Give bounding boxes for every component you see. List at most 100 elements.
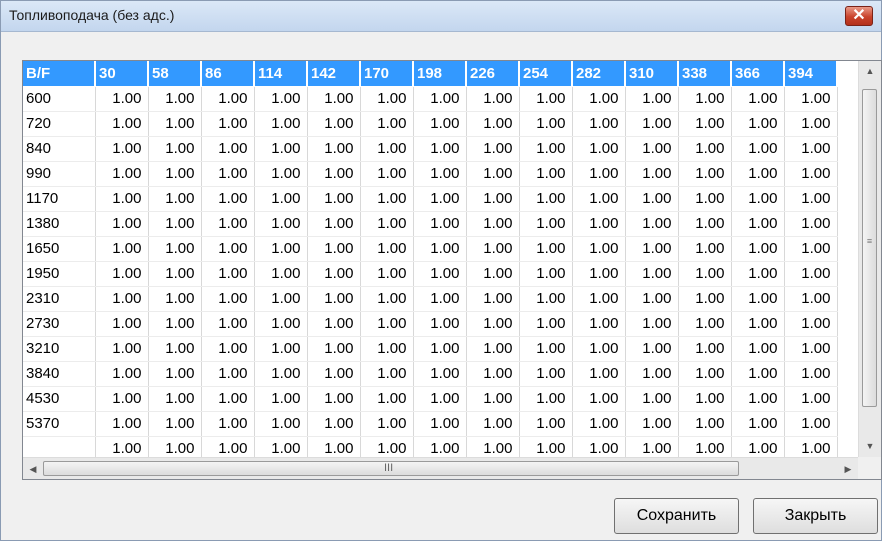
value-cell[interactable]: 1.00: [519, 361, 573, 387]
value-cell[interactable]: 1.00: [254, 311, 308, 337]
value-cell[interactable]: 1.00: [413, 436, 467, 457]
value-cell[interactable]: 1.00: [625, 161, 679, 187]
value-cell[interactable]: 1.00: [572, 161, 626, 187]
value-cell[interactable]: 1.00: [148, 286, 202, 312]
horizontal-scrollbar[interactable]: ◀ III ▶: [23, 457, 858, 479]
value-cell[interactable]: 1.00: [625, 361, 679, 387]
value-cell[interactable]: 1.00: [413, 286, 467, 312]
value-cell[interactable]: 1.00: [625, 261, 679, 287]
column-header[interactable]: 226: [466, 61, 520, 87]
value-cell[interactable]: 1.00: [519, 311, 573, 337]
scroll-down-icon[interactable]: ▼: [859, 438, 881, 455]
value-cell[interactable]: 1.00: [413, 361, 467, 387]
value-cell[interactable]: 1.00: [466, 136, 520, 162]
value-cell[interactable]: 1.00: [466, 286, 520, 312]
row-header-cell[interactable]: 720: [23, 111, 96, 137]
value-cell[interactable]: 1.00: [572, 111, 626, 137]
value-cell[interactable]: 1.00: [148, 236, 202, 262]
value-cell[interactable]: 1.00: [413, 86, 467, 112]
column-header[interactable]: 114: [254, 61, 308, 87]
row-header-cell[interactable]: 600: [23, 86, 96, 112]
column-header[interactable]: 198: [413, 61, 467, 87]
row-header-cell[interactable]: 5370: [23, 411, 96, 437]
value-cell[interactable]: 1.00: [466, 111, 520, 137]
column-header[interactable]: 58: [148, 61, 202, 87]
value-cell[interactable]: 1.00: [678, 161, 732, 187]
row-header-cell[interactable]: 1950: [23, 261, 96, 287]
value-cell[interactable]: 1.00: [360, 436, 414, 457]
value-cell[interactable]: 1.00: [466, 86, 520, 112]
column-header[interactable]: 86: [201, 61, 255, 87]
value-cell[interactable]: 1.00: [625, 136, 679, 162]
value-cell[interactable]: 1.00: [148, 336, 202, 362]
value-cell[interactable]: 1.00: [360, 236, 414, 262]
value-cell[interactable]: 1.00: [201, 386, 255, 412]
value-cell[interactable]: 1.00: [466, 436, 520, 457]
value-cell[interactable]: 1.00: [784, 236, 838, 262]
value-cell[interactable]: 1.00: [95, 211, 149, 237]
column-header[interactable]: 282: [572, 61, 626, 87]
value-cell[interactable]: 1.00: [784, 211, 838, 237]
value-cell[interactable]: 1.00: [95, 161, 149, 187]
value-cell[interactable]: 1.00: [466, 236, 520, 262]
value-cell[interactable]: 1.00: [519, 211, 573, 237]
value-cell[interactable]: 1.00: [201, 411, 255, 437]
value-cell[interactable]: 1.00: [572, 186, 626, 212]
value-cell[interactable]: 1.00: [254, 211, 308, 237]
column-header[interactable]: 394: [784, 61, 838, 87]
value-cell[interactable]: 1.00: [95, 286, 149, 312]
value-cell[interactable]: 1.00: [307, 111, 361, 137]
value-cell[interactable]: 1.00: [572, 311, 626, 337]
value-cell[interactable]: 1.00: [519, 186, 573, 212]
value-cell[interactable]: 1.00: [95, 186, 149, 212]
value-cell[interactable]: 1.00: [148, 186, 202, 212]
horizontal-scroll-thumb[interactable]: III: [43, 461, 739, 476]
value-cell[interactable]: 1.00: [95, 436, 149, 457]
value-cell[interactable]: 1.00: [307, 136, 361, 162]
value-cell[interactable]: 1.00: [307, 261, 361, 287]
row-header-cell[interactable]: [23, 436, 96, 457]
value-cell[interactable]: 1.00: [731, 336, 785, 362]
value-cell[interactable]: 1.00: [784, 161, 838, 187]
value-cell[interactable]: 1.00: [148, 386, 202, 412]
value-cell[interactable]: 1.00: [784, 286, 838, 312]
value-cell[interactable]: 1.00: [95, 136, 149, 162]
value-cell[interactable]: 1.00: [148, 161, 202, 187]
value-cell[interactable]: 1.00: [307, 161, 361, 187]
value-cell[interactable]: 1.00: [678, 386, 732, 412]
value-cell[interactable]: 1.00: [413, 111, 467, 137]
value-cell[interactable]: 1.00: [572, 136, 626, 162]
value-cell[interactable]: 1.00: [625, 411, 679, 437]
value-cell[interactable]: 1.00: [201, 186, 255, 212]
value-cell[interactable]: 1.00: [201, 136, 255, 162]
value-cell[interactable]: 1.00: [466, 311, 520, 337]
value-cell[interactable]: 1.00: [519, 436, 573, 457]
value-cell[interactable]: 1.00: [519, 261, 573, 287]
value-cell[interactable]: 1.00: [678, 311, 732, 337]
value-cell[interactable]: 1.00: [625, 436, 679, 457]
value-cell[interactable]: 1.00: [466, 411, 520, 437]
value-cell[interactable]: 1.00: [572, 261, 626, 287]
value-cell[interactable]: 1.00: [413, 136, 467, 162]
value-cell[interactable]: 1.00: [95, 236, 149, 262]
value-cell[interactable]: 1.00: [784, 136, 838, 162]
value-cell[interactable]: 1.00: [254, 86, 308, 112]
value-cell[interactable]: 1.00: [307, 436, 361, 457]
value-cell[interactable]: 1.00: [678, 111, 732, 137]
value-cell[interactable]: 1.00: [201, 86, 255, 112]
value-cell[interactable]: 1.00: [678, 336, 732, 362]
value-cell[interactable]: 1.00: [360, 211, 414, 237]
value-cell[interactable]: 1.00: [254, 361, 308, 387]
value-cell[interactable]: 1.00: [148, 411, 202, 437]
value-cell[interactable]: 1.00: [254, 386, 308, 412]
value-cell[interactable]: 1.00: [254, 261, 308, 287]
value-cell[interactable]: 1.00: [254, 136, 308, 162]
value-cell[interactable]: 1.00: [731, 236, 785, 262]
value-cell[interactable]: 1.00: [625, 111, 679, 137]
value-cell[interactable]: 1.00: [254, 286, 308, 312]
value-cell[interactable]: 1.00: [95, 336, 149, 362]
value-cell[interactable]: 1.00: [466, 186, 520, 212]
row-header-cell[interactable]: 3840: [23, 361, 96, 387]
value-cell[interactable]: 1.00: [201, 161, 255, 187]
value-cell[interactable]: 1.00: [307, 86, 361, 112]
